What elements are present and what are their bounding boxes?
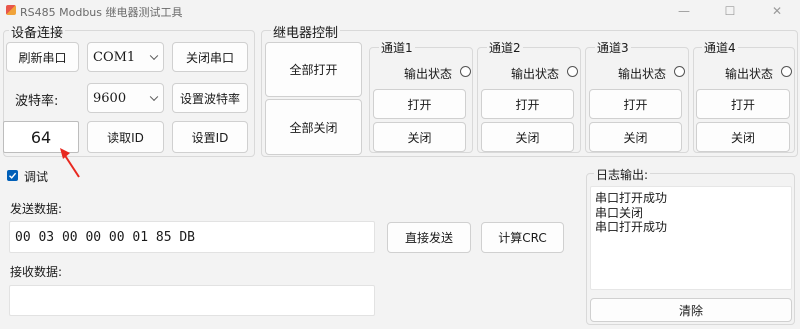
channel-2-title: 通道2 bbox=[487, 39, 523, 56]
channel-4-open-button[interactable]: 打开 bbox=[696, 89, 790, 119]
channel-1-status-indicator bbox=[460, 66, 471, 77]
clear-log-button[interactable]: 清除 bbox=[590, 298, 792, 322]
channel-2-status-label: 输出状态 bbox=[511, 67, 560, 81]
channel-3-open-button[interactable]: 打开 bbox=[589, 89, 682, 119]
send-direct-button[interactable]: 直接发送 bbox=[387, 222, 471, 253]
channel-3-close-button[interactable]: 关闭 bbox=[589, 122, 682, 152]
all-on-button[interactable]: 全部打开 bbox=[265, 42, 362, 97]
log-line: 串口打开成功 bbox=[595, 220, 668, 234]
channel-4-title: 通道4 bbox=[702, 39, 738, 56]
log-line: 串口关闭 bbox=[595, 205, 644, 220]
all-off-button[interactable]: 全部关闭 bbox=[265, 99, 362, 155]
check-icon bbox=[9, 172, 17, 179]
send-data-input[interactable]: 00 03 00 00 00 01 85 DB bbox=[9, 221, 375, 253]
channel-1-close-button[interactable]: 关闭 bbox=[373, 122, 466, 152]
baud-label: 波特率: bbox=[15, 94, 59, 109]
port-select[interactable]: COM1 bbox=[87, 42, 164, 72]
debug-checkbox[interactable] bbox=[7, 170, 18, 181]
debug-checkbox-label: 调试 bbox=[24, 170, 49, 184]
log-output[interactable]: 串口打开成功 串口关闭 串口打开成功 bbox=[590, 186, 792, 290]
calc-crc-button[interactable]: 计算CRC bbox=[481, 222, 564, 253]
maximize-button[interactable]: ☐ bbox=[707, 0, 753, 22]
channel-4-status-label: 输出状态 bbox=[725, 67, 774, 81]
channel-4-status-indicator bbox=[781, 66, 792, 77]
close-port-button[interactable]: 关闭串口 bbox=[172, 42, 248, 72]
device-id-value: 64 bbox=[30, 127, 52, 147]
set-baud-button[interactable]: 设置波特率 bbox=[172, 83, 248, 113]
close-window-button[interactable]: ✕ bbox=[754, 0, 800, 22]
channel-1-open-button[interactable]: 打开 bbox=[373, 89, 466, 119]
relay-control-title: 继电器控制 bbox=[271, 22, 341, 41]
minimize-button[interactable]: — bbox=[661, 0, 707, 22]
receive-data-field[interactable] bbox=[9, 285, 375, 316]
app-icon bbox=[6, 5, 16, 15]
chevron-down-icon bbox=[149, 51, 159, 61]
refresh-port-button[interactable]: 刷新串口 bbox=[6, 42, 79, 72]
channel-2-status-indicator bbox=[567, 66, 578, 77]
channel-2-open-button[interactable]: 打开 bbox=[481, 89, 574, 119]
log-line: 串口打开成功 bbox=[595, 191, 668, 205]
channel-3-status-indicator bbox=[674, 66, 685, 77]
log-title: 日志输出: bbox=[594, 166, 651, 183]
channel-3-title: 通道3 bbox=[595, 39, 631, 56]
channel-1-status-label: 输出状态 bbox=[404, 67, 453, 81]
baud-select-value: 9600 bbox=[93, 90, 127, 106]
chevron-down-icon bbox=[149, 92, 159, 102]
device-connection-title: 设备连接 bbox=[9, 22, 66, 41]
channel-1-title: 通道1 bbox=[379, 39, 415, 56]
baud-select[interactable]: 9600 bbox=[87, 83, 164, 113]
window-title: RS485 Modbus 继电器测试工具 bbox=[20, 6, 183, 19]
annotation-arrow-icon bbox=[60, 148, 80, 178]
port-select-value: COM1 bbox=[93, 49, 136, 65]
channel-4-close-button[interactable]: 关闭 bbox=[696, 122, 790, 152]
read-id-button[interactable]: 读取ID bbox=[87, 121, 164, 153]
channel-3-status-label: 输出状态 bbox=[618, 67, 667, 81]
channel-2-close-button[interactable]: 关闭 bbox=[481, 122, 574, 152]
send-data-label: 发送数据: bbox=[10, 202, 63, 216]
set-id-button[interactable]: 设置ID bbox=[172, 121, 248, 153]
receive-data-label: 接收数据: bbox=[10, 265, 63, 279]
